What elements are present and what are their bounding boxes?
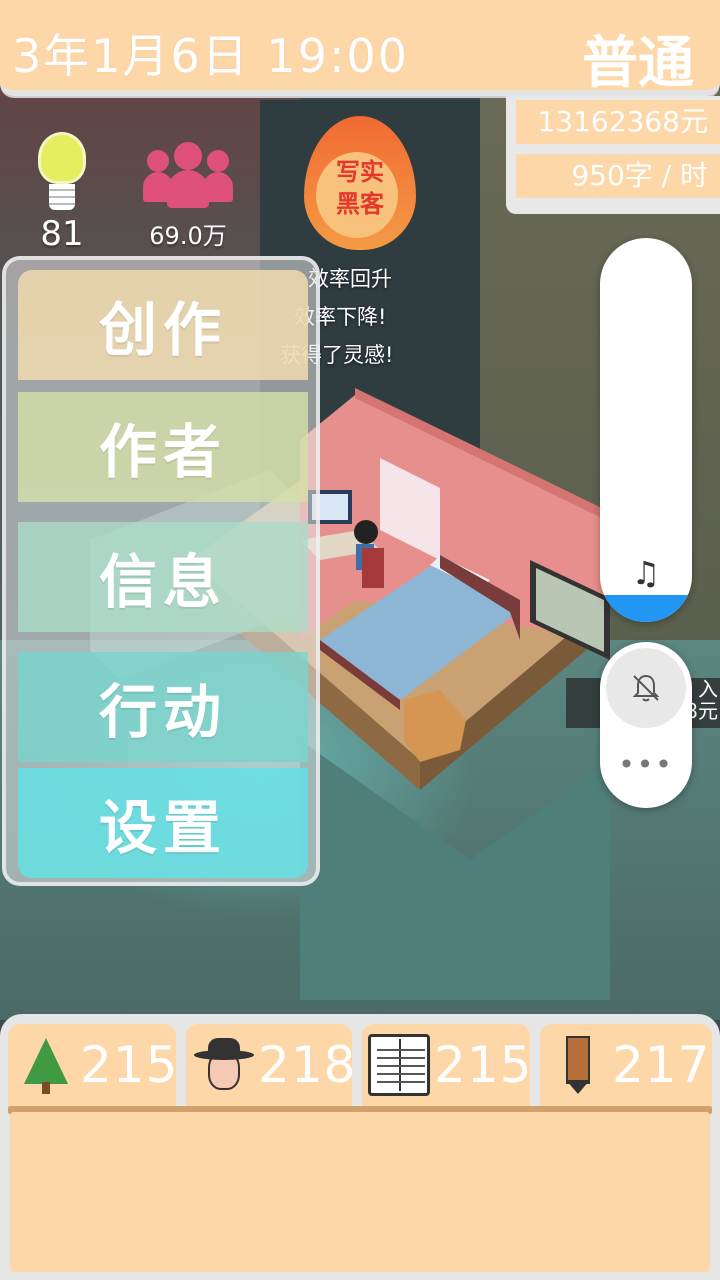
date-time-label: 3年1月6日 19:00	[12, 29, 409, 83]
volume-level-fill	[600, 595, 692, 622]
money-amount: 13162368元	[516, 100, 720, 144]
volume-slider[interactable]: ♫	[600, 238, 692, 622]
genre-badge[interactable]: 写实 黑客	[298, 116, 422, 252]
money-panel: 13162368元 950字 / 时	[506, 96, 720, 214]
event-log-box[interactable]	[10, 1112, 710, 1272]
more-options-button[interactable]: •••	[600, 748, 692, 781]
menu-create-button[interactable]: 创作	[18, 270, 308, 380]
genre-line1: 写实	[336, 158, 384, 186]
writing-speed: 950字 / 时	[516, 154, 720, 198]
stat-character[interactable]: 218	[186, 1024, 355, 1106]
fans-value: 69.0万	[149, 222, 227, 250]
tree-icon	[14, 1034, 76, 1096]
menu-info-button[interactable]: 信息	[18, 522, 308, 632]
stat-story[interactable]: 215	[362, 1024, 533, 1106]
room-base-shadow	[300, 740, 610, 1000]
room-character-head	[354, 520, 378, 544]
room-chair	[362, 548, 384, 588]
inspiration-value: 81	[40, 214, 84, 254]
hat-person-icon	[192, 1034, 254, 1096]
stat-writing-value: 217	[612, 1036, 711, 1094]
bottom-panel: 215 218 215 217	[0, 1014, 720, 1280]
lightbulb-icon	[38, 132, 86, 184]
sound-controls: •••	[600, 642, 692, 808]
menu-author-button[interactable]: 作者	[18, 392, 308, 502]
stat-nature-value: 215	[80, 1036, 179, 1094]
stat-story-value: 215	[434, 1036, 533, 1094]
inspiration-stat[interactable]: 81	[28, 132, 96, 254]
pencil-icon	[546, 1034, 608, 1096]
stat-writing[interactable]: 217	[540, 1024, 712, 1106]
stat-nature[interactable]: 215	[8, 1024, 179, 1106]
fans-group-icon	[143, 140, 233, 212]
fans-stat[interactable]: 69.0万	[138, 140, 238, 251]
genre-badge-text: 写实 黑客	[298, 156, 422, 220]
music-note-icon: ♫	[631, 554, 661, 592]
stat-character-value: 218	[258, 1036, 357, 1094]
genre-line2: 黑客	[336, 190, 384, 218]
difficulty-label[interactable]: 普通	[582, 18, 694, 99]
top-status-bar: 3年1月6日 19:00 普通	[0, 0, 720, 96]
lightbulb-base	[49, 184, 75, 210]
bell-off-icon[interactable]	[606, 648, 686, 728]
menu-action-button[interactable]: 行动	[18, 652, 308, 762]
book-icon	[368, 1034, 430, 1096]
main-menu: 创作 作者 信息 行动 设置	[2, 256, 320, 886]
menu-settings-button[interactable]: 设置	[18, 768, 308, 878]
